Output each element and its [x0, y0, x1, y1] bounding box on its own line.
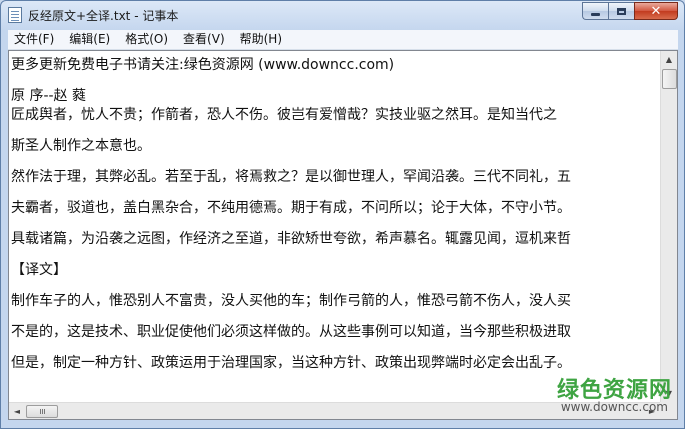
document-line: 更多更新免费电子书请关注:绿色资源网 (www.downcc.com)	[11, 57, 395, 73]
document-line: 原 序--赵 蕤	[11, 88, 87, 104]
minimize-button[interactable]	[582, 2, 608, 20]
document-line: 然作法于理，其弊必乱。若至于乱，将焉救之？是以御世理人，罕闻沿袭。三代不同礼，五	[11, 169, 571, 185]
menu-view[interactable]: 查看(V)	[177, 30, 231, 49]
document-line: 匠成舆者，忧人不贵；作箭者，恐人不伤。彼岂有爱憎哉？实技业驱之然耳。是知当代之	[11, 107, 557, 123]
menu-help[interactable]: 帮助(H)	[234, 30, 288, 49]
vertical-scrollbar[interactable]: ▲ ▼	[660, 51, 677, 402]
watermark-url: www.downcc.com	[560, 400, 668, 414]
menu-bar: 文件(F) 编辑(E) 格式(O) 查看(V) 帮助(H)	[8, 30, 678, 50]
maximize-icon	[617, 7, 626, 15]
vertical-scroll-thumb[interactable]	[662, 69, 677, 89]
menu-edit[interactable]: 编辑(E)	[63, 30, 116, 49]
document-line: 不是的，这是技术、职业促使他们必须这样做的。从这些事例可以知道，当今那些积极进取	[11, 324, 571, 340]
scroll-left-button[interactable]: ◄	[9, 403, 25, 419]
caption-buttons: ✕	[582, 2, 678, 21]
watermark: 绿色资源网 www.downcc.com	[524, 372, 672, 416]
title-bar[interactable]: 反经原文+全译.txt - 记事本 ✕	[1, 1, 684, 29]
maximize-button[interactable]	[608, 2, 634, 20]
notepad-window: 反经原文+全译.txt - 记事本 ✕ 文件(F) 编辑(E) 格式(O) 查看…	[0, 0, 685, 429]
document-line: 但是，制定一种方针、政策运用于治理国家，当这种方针、政策出现弊端时必定会出乱子。	[11, 355, 571, 371]
menu-file[interactable]: 文件(F)	[8, 30, 60, 49]
arrow-up-icon: ▲	[665, 55, 673, 64]
document-line: 【译文】	[11, 262, 67, 278]
document-line: 斯圣人制作之本意也。	[11, 138, 151, 154]
document-text[interactable]: 更多更新免费电子书请关注:绿色资源网 (www.downcc.com) 原 序-…	[11, 54, 659, 399]
document-line: 具载诸篇，为沿袭之远图，作经济之至道，非欲矫世夸欲，希声慕名。辄露见闻，逗机来哲	[11, 231, 571, 247]
close-icon: ✕	[650, 3, 662, 19]
close-button[interactable]: ✕	[634, 2, 678, 20]
window-title: 反经原文+全译.txt - 记事本	[28, 9, 179, 23]
horizontal-scroll-thumb[interactable]	[26, 405, 58, 418]
document-line: 制作车子的人，惟恐别人不富贵，没人买他的车；制作弓箭的人，惟恐弓箭不伤人，没人买	[11, 293, 571, 309]
minimize-icon	[591, 12, 600, 16]
notepad-icon[interactable]	[8, 7, 22, 23]
text-editor[interactable]: 更多更新免费电子书请关注:绿色资源网 (www.downcc.com) 原 序-…	[8, 50, 678, 420]
menu-format[interactable]: 格式(O)	[119, 30, 174, 49]
scroll-up-button[interactable]: ▲	[661, 51, 677, 68]
document-line: 夫霸者，驳道也，盖白黑杂合，不纯用德焉。期于有成，不问所以；论于大体，不守小节。	[11, 200, 571, 216]
grip-icon	[39, 409, 41, 414]
arrow-left-icon: ◄	[13, 406, 21, 416]
